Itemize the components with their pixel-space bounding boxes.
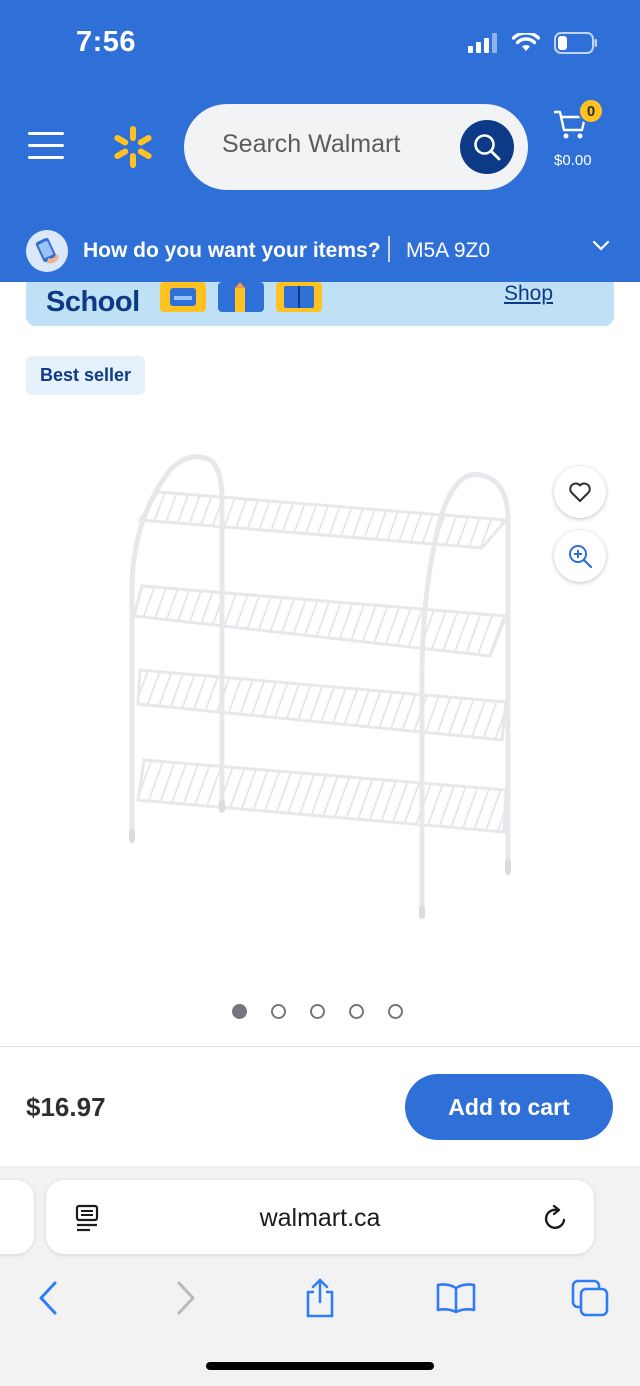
- best-seller-badge: Best seller: [26, 356, 146, 395]
- favorite-button[interactable]: [554, 466, 606, 518]
- heart-icon: [569, 482, 591, 502]
- share-icon: [306, 1278, 334, 1318]
- reload-icon[interactable]: [542, 1204, 570, 1232]
- chevron-down-icon: [592, 240, 610, 251]
- zoom-button[interactable]: [554, 530, 606, 582]
- search-button[interactable]: [460, 120, 514, 174]
- carousel-dot[interactable]: [232, 1004, 247, 1019]
- postal-code: M5A 9Z0: [406, 239, 491, 262]
- walmart-spark-logo[interactable]: [110, 124, 156, 170]
- hamburger-icon-bar: [28, 144, 64, 147]
- status-icons: [468, 30, 598, 56]
- divider: [0, 1046, 640, 1047]
- carousel-dot[interactable]: [388, 1004, 403, 1019]
- forward-button[interactable]: [164, 1276, 208, 1320]
- wifi-icon: [512, 33, 540, 51]
- home-indicator: [206, 1362, 434, 1370]
- hamburger-icon-bar: [28, 156, 64, 159]
- cart-count-badge: 0: [578, 98, 604, 124]
- search-icon: [474, 134, 501, 161]
- chevron-right-icon: [177, 1281, 195, 1315]
- bookmarks-button[interactable]: [434, 1276, 478, 1320]
- cart-total: $0.00: [554, 152, 592, 169]
- hamburger-icon-bar: [28, 132, 64, 135]
- product-image[interactable]: [110, 440, 530, 930]
- banner-title: School: [46, 286, 140, 318]
- delivery-phone-icon: [26, 230, 68, 272]
- address-bar[interactable]: walmart.ca: [46, 1180, 594, 1254]
- carousel-dot[interactable]: [310, 1004, 325, 1019]
- delivery-selector[interactable]: How do you want your items? M5A 9Z0: [0, 226, 640, 282]
- battery-icon: [554, 32, 597, 54]
- school-supplies-icon: [160, 282, 322, 312]
- tabs-icon: [571, 1279, 609, 1317]
- search-bar: [184, 104, 528, 190]
- status-time: 7:56: [76, 26, 137, 58]
- chevron-left-icon: [39, 1281, 57, 1315]
- delivery-question: How do you want your items?: [83, 239, 381, 262]
- app-header: 7:56 Search Walmart 0 $0.00 How do you w…: [0, 0, 640, 282]
- share-button[interactable]: [298, 1276, 342, 1320]
- delivery-separator: [388, 236, 390, 262]
- zoom-in-icon: [569, 545, 593, 569]
- cart-button[interactable]: 0 $0.00: [548, 98, 628, 180]
- carousel-dot[interactable]: [271, 1004, 286, 1019]
- browser-toolbar: walmart.ca: [0, 1166, 640, 1386]
- promo-banner[interactable]: School Shop: [26, 282, 614, 326]
- image-carousel-dots: [232, 1004, 403, 1019]
- product-price: $16.97: [26, 1092, 106, 1122]
- add-to-cart-button[interactable]: Add to cart: [405, 1074, 613, 1140]
- menu-button[interactable]: [28, 132, 64, 160]
- carousel-dot[interactable]: [349, 1004, 364, 1019]
- back-button[interactable]: [26, 1276, 70, 1320]
- search-input[interactable]: [222, 130, 442, 159]
- previous-tab-preview[interactable]: [0, 1180, 34, 1254]
- tabs-button[interactable]: [568, 1276, 612, 1320]
- url-text: walmart.ca: [259, 1204, 381, 1232]
- book-icon: [436, 1283, 476, 1314]
- banner-shop-link[interactable]: Shop: [504, 282, 553, 306]
- cellular-signal-icon: [468, 33, 497, 53]
